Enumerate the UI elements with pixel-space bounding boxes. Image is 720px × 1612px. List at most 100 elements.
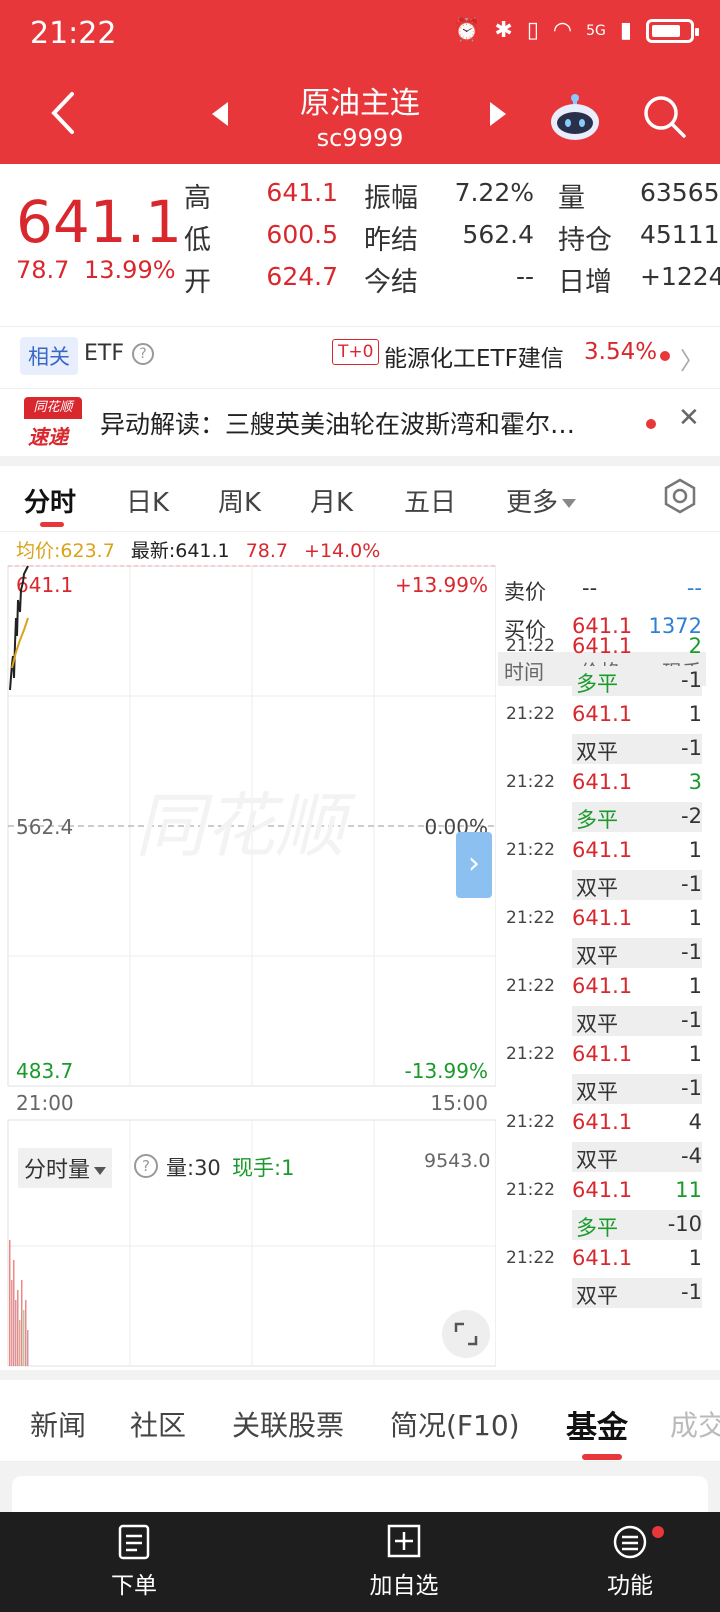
settings-icon[interactable]	[662, 478, 698, 514]
tab-more-label: 更多	[506, 488, 559, 518]
trade-row: 21:22 641.1 1 双平 -1	[498, 700, 706, 768]
trade-row: 21:22 641.1 2 多平 -1	[498, 632, 706, 700]
order-book-panel[interactable]: 卖价 -- -- 买价 641.1 1372 时间 价格 现手 21:22641…	[498, 562, 706, 1366]
trade-time: 21:22	[506, 772, 555, 792]
tab-overview[interactable]: 简况(F10)	[390, 1404, 520, 1444]
trade-type: 双平	[576, 876, 618, 900]
volume-max: 9543.0	[424, 1150, 491, 1172]
next-contract-button[interactable]	[490, 102, 506, 126]
high-value: 641.1	[266, 178, 338, 207]
settle-label: 今结	[364, 267, 418, 298]
amplitude-value: 7.22%	[454, 178, 534, 207]
tab-five-day[interactable]: 五日	[404, 482, 456, 519]
sell-price: --	[582, 576, 598, 600]
close-icon[interactable]: ✕	[678, 403, 700, 433]
chart-watermark: 同花顺	[135, 785, 356, 867]
latest-price: 最新:641.1	[130, 540, 230, 562]
trade-row: 21:22 641.1 4 双平 -4	[498, 1108, 706, 1176]
trade-type: 多平	[576, 672, 618, 696]
tab-more[interactable]: 更多	[506, 482, 577, 519]
trade-oi-change: -4	[681, 1144, 702, 1168]
trade-type: 双平	[576, 1148, 618, 1172]
etf-name[interactable]: 能源化工ETF建信	[384, 339, 564, 373]
tab-deals[interactable]: 成交	[670, 1404, 720, 1444]
help-icon[interactable]: ?	[132, 343, 154, 365]
bottom-nav: 下单 加自选 功能	[0, 1512, 720, 1612]
trade-volume: 4	[688, 1110, 702, 1134]
chart-bottom-price: 483.7	[16, 1059, 73, 1083]
status-icons: ⏰ ✱ ▯ ◠ 5G ▮	[453, 18, 699, 43]
amplitude-label: 振幅	[364, 183, 418, 214]
trade-volume: 1	[688, 974, 702, 998]
intraday-chart[interactable]: 同花顺 641.1 +13.99% 562.4 0.00% 483.7 -13.…	[0, 560, 496, 1368]
trade-price: 641.1	[572, 1110, 633, 1134]
trade-oi-change: -1	[681, 736, 702, 760]
trade-time: 21:22	[506, 840, 555, 860]
prev-settle-value: 562.4	[462, 220, 534, 249]
trade-time: 21:22	[506, 1180, 555, 1200]
last-price: 641.1	[16, 188, 183, 256]
trade-price: 641.1	[572, 974, 633, 998]
add-icon	[387, 1524, 421, 1558]
trade-oi-change: -10	[667, 1212, 702, 1236]
tab-monthly-k[interactable]: 月K	[310, 482, 353, 519]
help-icon[interactable]: ?	[134, 1154, 158, 1178]
trade-oi-change: -1	[681, 1008, 702, 1032]
trade-type: 双平	[576, 1284, 618, 1308]
volume-type-selector[interactable]: 分时量	[18, 1148, 113, 1188]
order-label: 下单	[111, 1573, 157, 1599]
expand-panel-button[interactable]: ›	[456, 832, 492, 898]
trade-oi-change: -1	[681, 1076, 702, 1100]
chart-top-pct: +13.99%	[395, 573, 488, 597]
trade-volume: 2	[688, 634, 702, 658]
tab-weekly-k[interactable]: 周K	[218, 482, 261, 519]
news-alert-row[interactable]: 同花顺 速递 异动解读：三艘英美油轮在波斯湾和霍尔… ✕	[0, 388, 720, 454]
price-change-pct: 13.99%	[84, 256, 176, 284]
tab-news[interactable]: 新闻	[30, 1404, 86, 1444]
chart-time-start: 21:00	[16, 1091, 74, 1115]
t0-badge: T+0	[332, 339, 380, 365]
notification-dot	[646, 419, 656, 429]
avg-price: 均价:623.7	[16, 540, 115, 562]
open-interest-value: 45111	[640, 220, 720, 249]
tab-fund[interactable]: 基金	[566, 1402, 628, 1447]
trade-price: 641.1	[572, 1246, 633, 1270]
trade-row: 21:22 641.1 1 双平 -1	[498, 1040, 706, 1108]
tab-intraday[interactable]: 分时	[24, 482, 76, 519]
tab-related-stocks[interactable]: 关联股票	[232, 1404, 344, 1444]
chevron-right-icon[interactable]: 〉	[680, 341, 704, 376]
chart-mid-price: 562.4	[16, 815, 73, 839]
trade-volume: 1	[688, 1246, 702, 1270]
related-etf-row[interactable]: 相关 ETF ? T+0 能源化工ETF建信 3.54% 〉	[0, 326, 720, 384]
tab-daily-k[interactable]: 日K	[126, 482, 169, 519]
tab-community[interactable]: 社区	[130, 1404, 186, 1444]
ths-express-logo: 同花顺 速递	[24, 397, 82, 449]
robot-assistant-icon[interactable]	[548, 92, 602, 142]
search-icon[interactable]	[640, 92, 688, 140]
fullscreen-icon[interactable]	[442, 1310, 490, 1358]
logo-top-text: 同花顺	[24, 397, 82, 419]
open-interest-label: 持仓	[558, 225, 612, 256]
battery-icon	[646, 18, 699, 43]
trade-volume: 1	[688, 702, 702, 726]
dropdown-arrow-icon	[562, 499, 577, 508]
active-tab-indicator	[582, 1454, 622, 1460]
trade-volume: 11	[675, 1178, 702, 1202]
order-button[interactable]: 下单	[74, 1524, 194, 1600]
trade-type: 双平	[576, 944, 618, 968]
trade-oi-change: -1	[681, 1280, 702, 1304]
top-bar: 21:22 ⏰ ✱ ▯ ◠ 5G ▮ 原油主连 sc9999	[0, 0, 720, 164]
trade-time: 21:22	[506, 908, 555, 928]
add-watchlist-label: 加自选	[369, 1573, 439, 1599]
function-button[interactable]: 功能	[570, 1524, 690, 1600]
volume-value: 63565	[640, 178, 720, 207]
trade-volume: 3	[688, 770, 702, 794]
add-watchlist-button[interactable]: 加自选	[344, 1524, 464, 1600]
info-tabs: 新闻 社区 关联股票 简况(F10) 基金 成交	[0, 1380, 720, 1462]
contract-code: sc9999	[316, 124, 404, 152]
low-label: 低	[184, 225, 211, 256]
trade-oi-change: -1	[681, 872, 702, 896]
news-headline[interactable]: 异动解读：三艘英美油轮在波斯湾和霍尔…	[100, 405, 640, 441]
trade-time: 21:22	[506, 636, 555, 656]
trade-time: 21:22	[506, 704, 555, 724]
